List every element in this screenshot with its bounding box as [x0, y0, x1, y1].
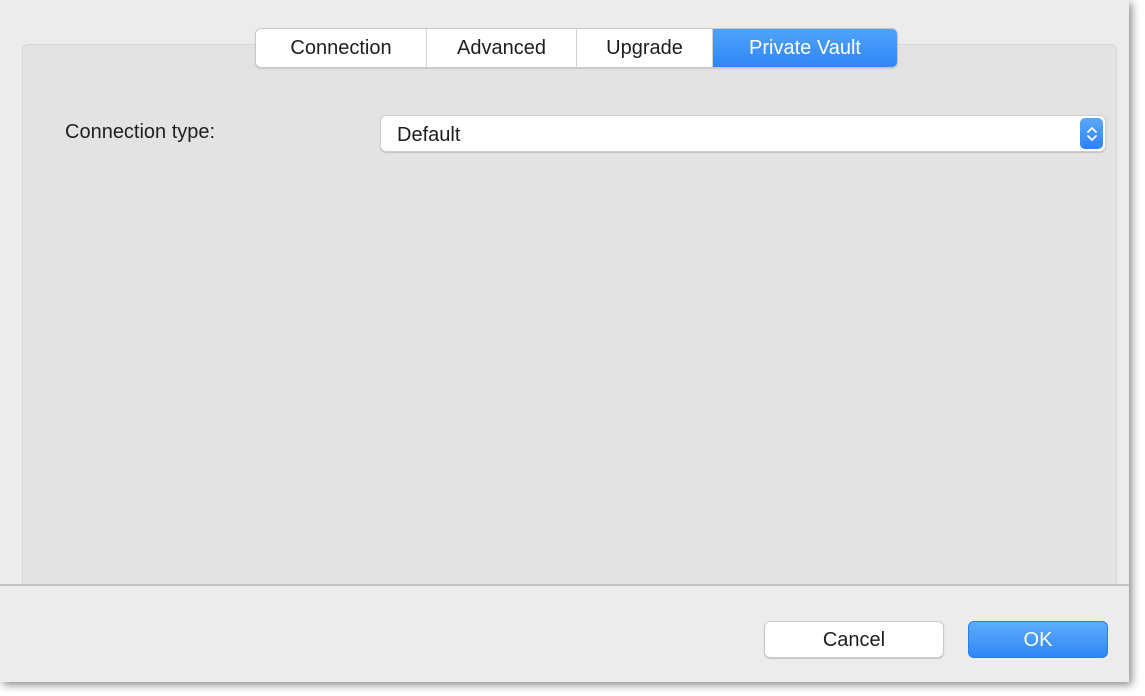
tab-bar: Connection Advanced Upgrade Private Vaul… — [255, 28, 898, 68]
tab-advanced[interactable]: Advanced — [427, 29, 577, 67]
tab-private-vault[interactable]: Private Vault — [713, 29, 897, 67]
chevron-up-down-icon — [1080, 118, 1103, 149]
dialog-footer: Cancel OK — [0, 586, 1129, 682]
connection-type-value: Default — [397, 124, 461, 146]
cancel-button[interactable]: Cancel — [764, 621, 944, 658]
ok-button[interactable]: OK — [968, 621, 1108, 658]
connection-type-label: Connection type: — [65, 121, 216, 143]
tab-connection[interactable]: Connection — [256, 29, 427, 67]
connection-type-select[interactable]: Default — [380, 115, 1106, 152]
tab-upgrade[interactable]: Upgrade — [577, 29, 713, 67]
content-area: Connection Advanced Upgrade Private Vaul… — [0, 0, 1129, 584]
preferences-dialog: Connection Advanced Upgrade Private Vaul… — [0, 0, 1129, 682]
